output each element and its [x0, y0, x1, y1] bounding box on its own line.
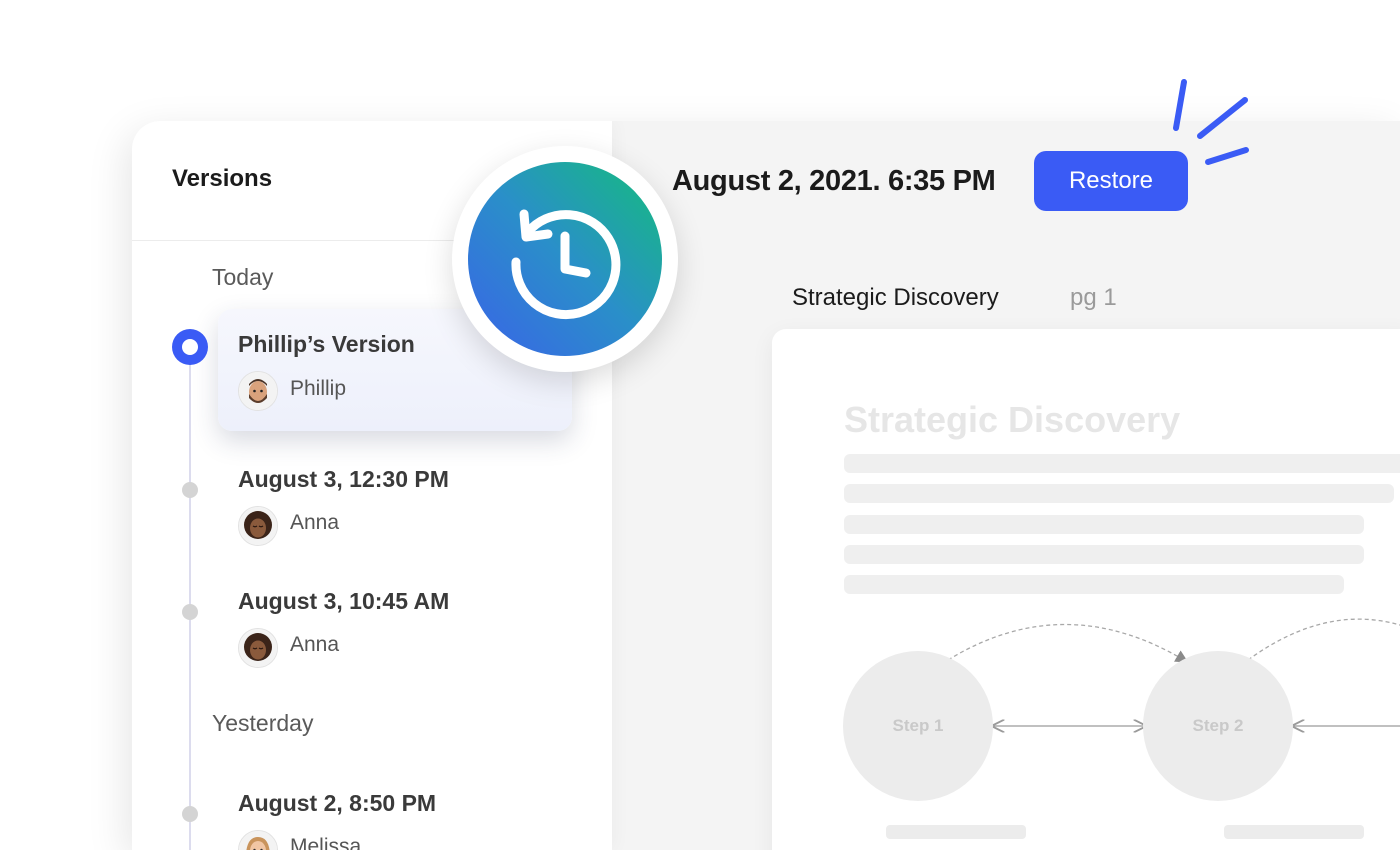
version-author: Anna: [290, 633, 340, 656]
current-version-date: August 2, 2021. 6:35 PM: [672, 165, 996, 197]
timeline-dot-selected: [172, 329, 208, 365]
avatar-phillip: [238, 371, 278, 411]
history-badge: [452, 146, 678, 372]
version-author: Anna: [290, 511, 340, 534]
timeline-dot: [182, 604, 198, 620]
step-caption-placeholder: [886, 825, 1026, 839]
version-item-august-2-850[interactable]: August 2, 8:50 PM Melissa: [132, 778, 612, 850]
history-badge-circle: [468, 162, 662, 356]
flow-step-1: Step 1: [843, 651, 993, 801]
version-author: Melissa: [290, 835, 362, 850]
document-title: Strategic Discovery: [792, 284, 999, 311]
timeline-dot: [182, 806, 198, 822]
document-preview-page: Strategic Discovery Step 1 Step 2: [772, 329, 1400, 850]
step-label: Step 2: [1192, 716, 1244, 735]
version-title: August 2, 8:50 PM: [238, 790, 437, 816]
group-label-yesterday: Yesterday: [212, 710, 314, 736]
timeline-dot: [182, 482, 198, 498]
avatar-anna: [238, 506, 278, 546]
avatar-anna: [238, 628, 278, 668]
version-title: August 3, 12:30 PM: [238, 466, 449, 492]
avatar-melissa: [238, 830, 278, 850]
sparkle-lines-icon: [1173, 79, 1249, 165]
version-item-august-3-1045[interactable]: August 3, 10:45 AM Anna: [132, 576, 612, 676]
step-label: Step 1: [892, 716, 944, 735]
history-clock-icon: [511, 209, 621, 320]
version-title: August 3, 10:45 AM: [238, 588, 450, 614]
page-indicator: pg 1: [1070, 284, 1117, 311]
version-title: Phillip’s Version: [238, 331, 415, 357]
version-history-window: Versions Today Phillip’s Version Phillip: [132, 121, 1400, 850]
flow-step-2: Step 2: [1143, 651, 1293, 801]
version-item-august-3-1230[interactable]: August 3, 12:30 PM Anna: [132, 454, 612, 554]
sidebar-title: Versions: [172, 165, 273, 192]
group-label-today: Today: [212, 264, 274, 290]
step-caption-placeholder: [1224, 825, 1364, 839]
version-author: Phillip: [290, 377, 347, 400]
